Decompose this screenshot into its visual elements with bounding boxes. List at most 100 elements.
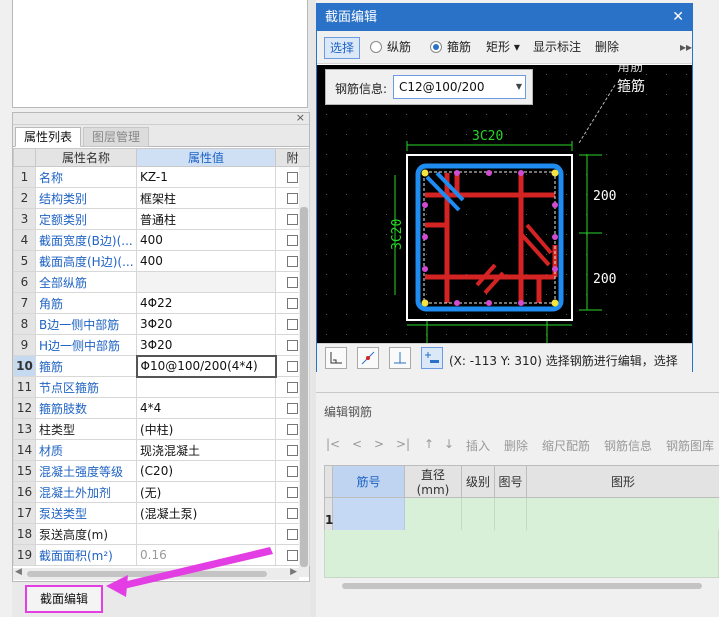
delete-button[interactable]: 删除 (595, 37, 619, 59)
row-number: 19 (13, 544, 36, 566)
section-drawing-canvas[interactable]: 3C20 3C20 200 200 角筋 箍筋 (317, 65, 692, 343)
property-value[interactable]: (无) (136, 481, 276, 503)
property-value[interactable] (136, 271, 276, 293)
delete-row-button[interactable]: 删除 (504, 437, 528, 454)
row-number: 2 (13, 187, 36, 209)
rebar-info-input[interactable] (393, 75, 526, 99)
property-value[interactable]: KZ-1 (136, 166, 276, 188)
longitudinal-rebar-radio[interactable]: 纵筋 (370, 37, 411, 59)
scrollbar-thumb[interactable] (342, 583, 702, 589)
attach-checkbox[interactable] (287, 277, 298, 288)
rebar-info-button[interactable]: 钢筋信息 (604, 437, 652, 454)
scroll-left-arrow-icon[interactable]: ◀ (15, 567, 22, 577)
property-value[interactable]: 普通柱 (136, 208, 276, 230)
property-value[interactable]: 3Φ20 (136, 313, 276, 335)
attach-checkbox[interactable] (287, 361, 299, 372)
table-row[interactable]: 16 混凝土外加剂 (无) (13, 481, 310, 503)
attach-checkbox[interactable] (287, 550, 298, 561)
attach-checkbox[interactable] (287, 445, 298, 456)
move-down-button[interactable]: ↓ (444, 437, 454, 451)
panel-close-icon[interactable]: × (296, 111, 305, 124)
table-row[interactable]: 8 B边一侧中部筋 3Φ20 (13, 313, 310, 335)
table-row[interactable]: 4 截面宽度(B边)(... 400 (13, 229, 310, 251)
table-row[interactable]: 17 泵送类型 (混凝土泵) (13, 502, 310, 524)
table-row[interactable]: 7 角筋 4Φ22 (13, 292, 310, 314)
table-row[interactable]: 14 材质 现浇混凝土 (13, 439, 310, 461)
show-label-button[interactable]: 显示标注 (533, 37, 581, 59)
scale-rebar-button[interactable]: 缩尺配筋 (542, 437, 590, 454)
table-row[interactable]: 2 结构类别 框架柱 (13, 187, 310, 209)
last-row-button[interactable]: >| (396, 437, 410, 451)
property-tabs: 属性列表 图层管理 (13, 125, 309, 147)
snap-line-button[interactable] (357, 347, 379, 369)
attach-checkbox[interactable] (287, 424, 298, 435)
property-value[interactable]: 4Φ22 (136, 292, 276, 314)
tab-property-list[interactable]: 属性列表 (15, 127, 82, 147)
dialog-close-icon[interactable]: ✕ (672, 4, 684, 31)
scroll-right-arrow-icon[interactable]: ▶ (290, 567, 297, 577)
rectangle-dropdown[interactable]: 矩形 ▾ (486, 37, 520, 59)
property-value[interactable]: 4*4 (136, 397, 276, 419)
toolbar-overflow-icon[interactable]: ▸▸ (680, 37, 692, 59)
section-edit-button[interactable]: 截面编辑 (25, 585, 103, 613)
attach-checkbox[interactable] (287, 193, 298, 204)
table-row[interactable]: 5 截面高度(H边)(... 400 (13, 250, 310, 272)
insert-button[interactable]: 插入 (466, 437, 490, 454)
table-row[interactable]: 9 H边一侧中部筋 3Φ20 (13, 334, 310, 356)
property-value[interactable]: 3Φ20 (136, 334, 276, 356)
table-row[interactable]: 13 柱类型 (中柱) (13, 418, 310, 440)
tab-layer-management[interactable]: 图层管理 (83, 127, 150, 147)
attach-checkbox[interactable] (287, 235, 298, 246)
perpendicular-button[interactable] (389, 347, 411, 369)
attach-checkbox[interactable] (287, 508, 298, 519)
property-vertical-scrollbar[interactable] (299, 167, 309, 577)
attach-checkbox[interactable] (287, 340, 298, 351)
attach-checkbox[interactable] (287, 319, 298, 330)
rebar-library-button[interactable]: 钢筋图库 (666, 437, 714, 454)
stirrup-radio[interactable]: 箍筋 (430, 37, 471, 59)
scrollbar-thumb[interactable] (300, 207, 308, 567)
prev-row-button[interactable]: < (352, 437, 362, 451)
attach-checkbox[interactable] (287, 256, 298, 267)
property-value[interactable]: (中柱) (136, 418, 276, 440)
table-row[interactable]: 19 截面面积(m²) 0.16 (13, 544, 310, 566)
table-row[interactable]: 18 泵送高度(m) (13, 523, 310, 545)
table-row[interactable]: 12 箍筋肢数 4*4 (13, 397, 310, 419)
property-value[interactable] (136, 376, 276, 398)
table-row[interactable]: 11 节点区箍筋 (13, 376, 310, 398)
property-value[interactable]: (混凝土泵) (136, 502, 276, 524)
attach-checkbox[interactable] (287, 529, 298, 540)
move-up-button[interactable]: ↑ (424, 437, 434, 451)
attach-checkbox[interactable] (287, 382, 298, 393)
table-row[interactable]: 15 混凝土强度等级 (C20) (13, 460, 310, 482)
attach-checkbox[interactable] (287, 298, 298, 309)
chevron-down-icon[interactable]: ▼ (513, 76, 525, 98)
next-row-button[interactable]: > (374, 437, 384, 451)
property-value[interactable] (136, 523, 276, 545)
axis-icon (330, 352, 342, 364)
property-value-editing[interactable]: Φ10@100/200(4*4) (135, 354, 277, 378)
ortho-axis-button[interactable] (325, 347, 347, 369)
dialog-title-bar[interactable]: 截面编辑 ✕ (317, 4, 692, 31)
attach-checkbox[interactable] (287, 487, 298, 498)
attach-checkbox[interactable] (287, 214, 298, 225)
scrollbar-thumb[interactable] (27, 571, 267, 577)
table-row-selected[interactable]: 10 箍筋 Φ10@100/200(4*4) (13, 354, 310, 378)
attach-checkbox[interactable] (287, 466, 298, 477)
add-point-button[interactable] (421, 347, 443, 369)
property-value[interactable]: 400 (136, 250, 276, 272)
edit-rebar-horizontal-scrollbar[interactable] (324, 580, 719, 592)
attach-checkbox[interactable] (287, 403, 298, 414)
property-value[interactable]: (C20) (136, 460, 276, 482)
table-row[interactable]: 1 名称 KZ-1 (13, 166, 310, 188)
property-horizontal-scrollbar[interactable]: ◀ ▶ (13, 567, 299, 580)
property-value[interactable]: 现浇混凝土 (136, 439, 276, 461)
property-value[interactable]: 400 (136, 229, 276, 251)
attach-checkbox[interactable] (287, 172, 298, 183)
property-value[interactable]: 框架柱 (136, 187, 276, 209)
property-name: 节点区箍筋 (35, 376, 137, 398)
select-tool-button[interactable]: 选择 (324, 37, 361, 59)
table-row[interactable]: 6 全部纵筋 (13, 271, 310, 293)
table-row[interactable]: 3 定额类别 普通柱 (13, 208, 310, 230)
first-row-button[interactable]: |< (326, 437, 340, 451)
